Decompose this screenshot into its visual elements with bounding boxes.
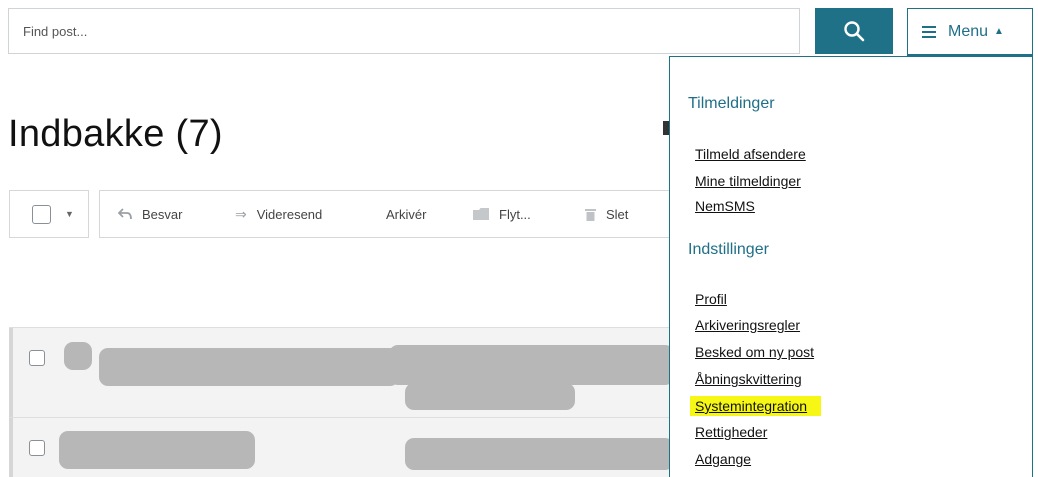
menu-item-adgange[interactable]: Adgange bbox=[694, 450, 754, 468]
redacted-avatar bbox=[64, 342, 92, 370]
chevron-down-icon[interactable]: ▼ bbox=[65, 209, 74, 219]
section-heading-tilmeldinger: Tilmeldinger bbox=[688, 95, 775, 112]
forward-button[interactable]: ⇒ Videresend bbox=[235, 191, 322, 237]
reply-label: Besvar bbox=[142, 206, 183, 222]
search-button[interactable] bbox=[815, 8, 893, 54]
archive-button[interactable]: Arkivér bbox=[386, 191, 426, 237]
folder-icon bbox=[473, 208, 489, 220]
hamburger-icon bbox=[922, 25, 936, 38]
redacted-preview bbox=[405, 383, 575, 410]
caret-up-icon: ▲ bbox=[994, 26, 1004, 37]
trash-icon bbox=[585, 208, 596, 221]
menu-dropdown: Tilmeldinger Tilmeld afsendere Mine tilm… bbox=[669, 56, 1033, 477]
menu-item-systemintegration[interactable]: Systemintegration bbox=[690, 396, 822, 416]
redacted-sender bbox=[59, 431, 255, 469]
action-toolbar: Besvar ⇒ Videresend Arkivér Flyt... Slet bbox=[99, 190, 674, 238]
move-button[interactable]: Flyt... bbox=[473, 191, 531, 237]
menu-item-besked-om-ny-post[interactable]: Besked om ny post bbox=[694, 343, 817, 361]
forward-label: Videresend bbox=[256, 206, 323, 222]
section-heading-indstillinger: Indstillinger bbox=[688, 241, 769, 258]
select-all-dropdown[interactable]: ▼ bbox=[9, 190, 89, 238]
reply-button[interactable]: Besvar bbox=[118, 191, 182, 237]
menu-item-nemsms[interactable]: NemSMS bbox=[694, 197, 758, 215]
reply-icon bbox=[118, 208, 132, 220]
menu-item-rettigheder[interactable]: Rettigheder bbox=[694, 423, 770, 441]
row-accent bbox=[9, 418, 13, 477]
row-accent bbox=[9, 328, 13, 417]
delete-label: Slet bbox=[606, 206, 629, 222]
redacted-subject bbox=[405, 438, 674, 470]
table-row[interactable] bbox=[9, 417, 674, 477]
menu-item-tilmeld-afsendere[interactable]: Tilmeld afsendere bbox=[694, 145, 809, 163]
redacted-subject bbox=[389, 345, 674, 385]
select-all-checkbox[interactable] bbox=[32, 204, 51, 224]
row-checkbox[interactable] bbox=[29, 350, 45, 366]
menu-item-profil[interactable]: Profil bbox=[694, 290, 730, 308]
row-checkbox[interactable] bbox=[29, 440, 45, 456]
move-label: Flyt... bbox=[499, 206, 531, 222]
table-row[interactable] bbox=[9, 327, 674, 417]
menu-label: Menu bbox=[948, 22, 989, 40]
forward-icon: ⇒ bbox=[235, 205, 247, 222]
menu-item-arkiveringsregler[interactable]: Arkiveringsregler bbox=[694, 316, 803, 334]
redacted-sender bbox=[99, 348, 399, 386]
menu-item-abningskvittering[interactable]: Åbningskvittering bbox=[694, 370, 805, 388]
page-title: Indbakke (7) bbox=[8, 113, 223, 155]
menu-item-mine-tilmeldinger[interactable]: Mine tilmeldinger bbox=[694, 172, 804, 190]
delete-button[interactable]: Slet bbox=[585, 191, 628, 237]
search-input[interactable] bbox=[8, 8, 800, 54]
archive-label: Arkivér bbox=[386, 206, 427, 222]
search-icon bbox=[844, 21, 865, 42]
menu-button[interactable]: Menu ▲ bbox=[907, 8, 1033, 56]
